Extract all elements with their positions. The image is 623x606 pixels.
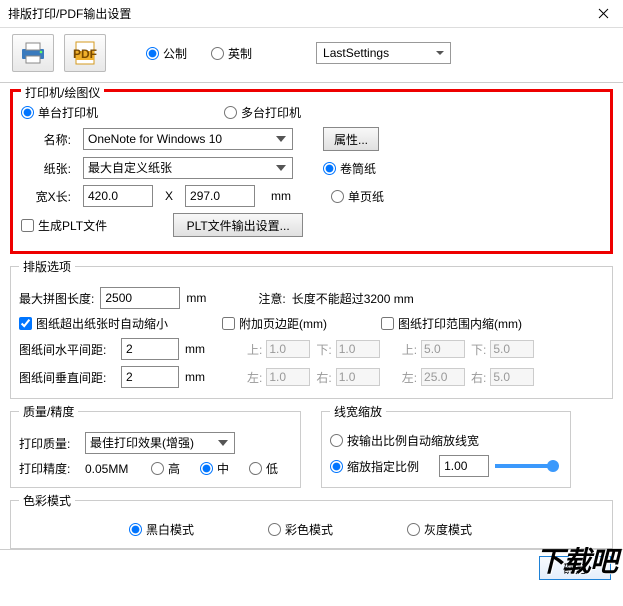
- pq-label: 打印质量:: [19, 435, 79, 452]
- paper-label: 纸张:: [21, 160, 71, 177]
- margin-right-input: [336, 368, 380, 386]
- roll-paper-radio[interactable]: 卷筒纸: [323, 160, 376, 177]
- vgap-input[interactable]: [121, 366, 179, 388]
- window-title: 排版打印/PDF输出设置: [8, 5, 583, 22]
- pp-label: 打印精度:: [19, 460, 79, 477]
- width-input[interactable]: [83, 185, 153, 207]
- close-icon: [598, 8, 609, 19]
- color-gray-radio[interactable]: 灰度模式: [407, 521, 472, 538]
- x-label: X: [159, 189, 179, 203]
- pq-select[interactable]: 最佳打印效果(增强): [85, 432, 235, 454]
- printer-icon: [19, 41, 47, 65]
- inner-right-input: [490, 368, 534, 386]
- printer-icon-button[interactable]: [12, 34, 54, 72]
- margin-top-input: [266, 340, 310, 358]
- pdf-icon-button[interactable]: PDF: [64, 34, 106, 72]
- innermargin-checkbox[interactable]: 图纸打印范围内缩(mm): [381, 315, 522, 332]
- vgap-label: 图纸间垂直间距:: [19, 369, 115, 386]
- lw-auto-radio[interactable]: 按输出比例自动缩放线宽: [330, 432, 479, 449]
- pp-mid-radio[interactable]: 中: [200, 460, 229, 477]
- margin-bottom-input: [336, 340, 380, 358]
- color-legend: 色彩模式: [19, 492, 75, 509]
- inner-top-input: [421, 340, 465, 358]
- margin-left-input: [266, 368, 310, 386]
- color-bw-radio[interactable]: 黑白模式: [129, 521, 194, 538]
- plt-settings-button[interactable]: PLT文件输出设置...: [173, 213, 303, 237]
- close-button[interactable]: [583, 0, 623, 28]
- size-label: 宽X长:: [21, 188, 71, 205]
- color-color-radio[interactable]: 彩色模式: [268, 521, 333, 538]
- height-input[interactable]: [185, 185, 255, 207]
- note-text: 长度不能超过3200 mm: [292, 290, 414, 307]
- hgap-input[interactable]: [121, 338, 179, 360]
- units-imperial-radio[interactable]: 英制: [211, 45, 252, 62]
- maxlen-label: 最大拼图长度:: [19, 290, 94, 307]
- settings-combo[interactable]: LastSettings: [316, 42, 451, 64]
- mm-label: mm: [261, 189, 301, 203]
- linewidth-legend: 线宽缩放: [330, 403, 386, 420]
- hgap-label: 图纸间水平间距:: [19, 341, 115, 358]
- note-label: 注意:: [258, 290, 285, 307]
- inner-left-input: [421, 368, 465, 386]
- single-printer-radio[interactable]: 单台打印机: [21, 104, 98, 121]
- lw-slider[interactable]: [495, 464, 555, 468]
- pdf-icon: PDF: [71, 41, 99, 65]
- printer-name-label: 名称:: [21, 131, 71, 148]
- quality-legend: 质量/精度: [19, 403, 78, 420]
- paper-select[interactable]: 最大自定义纸张: [83, 157, 293, 179]
- printer-name-select[interactable]: OneNote for Windows 10: [83, 128, 293, 150]
- svg-text:PDF: PDF: [73, 47, 97, 61]
- pp-value: 0.05MM: [85, 462, 145, 476]
- maxlen-input[interactable]: [100, 287, 180, 309]
- pp-low-radio[interactable]: 低: [249, 460, 278, 477]
- sheet-paper-radio[interactable]: 单页纸: [331, 188, 384, 205]
- lw-ratio-input[interactable]: [439, 455, 489, 477]
- units-metric-radio[interactable]: 公制: [146, 45, 187, 62]
- layout-group-legend: 排版选项: [19, 258, 75, 275]
- pp-high-radio[interactable]: 高: [151, 460, 180, 477]
- printer-group-legend: 打印机/绘图仪: [21, 84, 104, 101]
- multi-printer-radio[interactable]: 多台打印机: [224, 104, 301, 121]
- inner-bottom-input: [490, 340, 534, 358]
- plt-checkbox[interactable]: 生成PLT文件: [21, 217, 107, 234]
- autoshrink-checkbox[interactable]: 图纸超出纸张时自动缩小: [19, 315, 168, 332]
- addmargin-checkbox[interactable]: 附加页边距(mm): [222, 315, 327, 332]
- lw-fixed-radio[interactable]: 缩放指定比例: [330, 458, 419, 475]
- watermark: 下载吧: [536, 540, 617, 580]
- printer-properties-button[interactable]: 属性...: [323, 127, 379, 151]
- mm-label-2: mm: [186, 291, 206, 305]
